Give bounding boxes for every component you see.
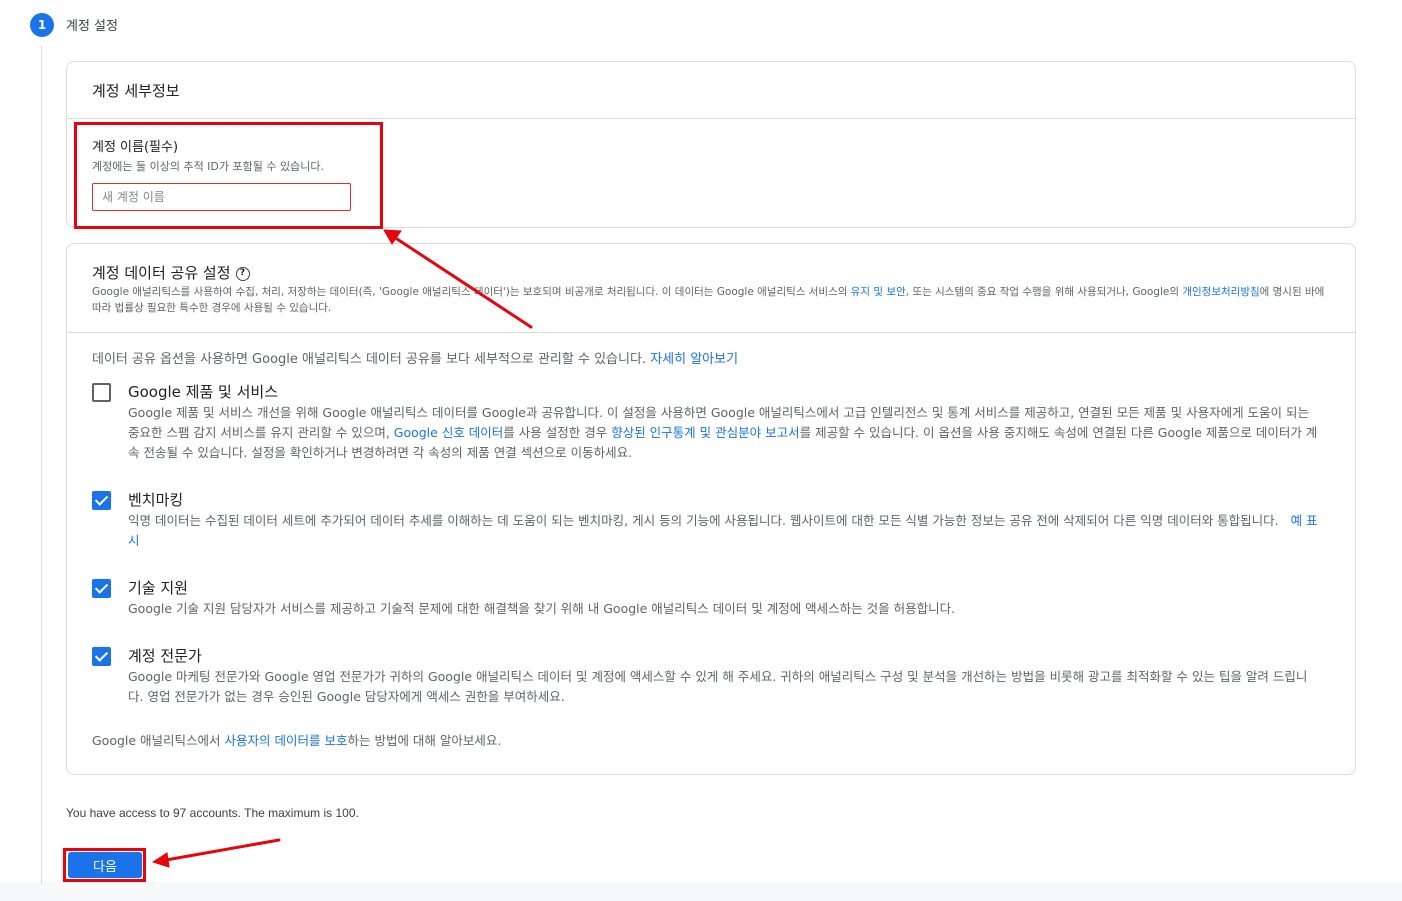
account-name-hint: 계정에는 둘 이상의 추적 ID가 포함될 수 있습니다. <box>92 160 324 173</box>
protect-text-1: Google 애널리틱스에서 <box>92 733 225 748</box>
desc-text-2: , 또는 시스템의 중요 작업 수행을 위해 사용되거나, Google의 <box>905 286 1183 298</box>
benchmarking-checkbox[interactable] <box>92 491 111 510</box>
demographics-reports-link[interactable]: 향상된 인구통계 및 관심분야 보고서 <box>611 425 799 440</box>
data-sharing-title-text: 계정 데이터 공유 설정 <box>92 264 231 282</box>
account-specialists-checkbox[interactable] <box>92 647 111 666</box>
intro-text: 데이터 공유 옵션을 사용하면 Google 애널리틱스 데이터 공유를 보다 … <box>92 352 651 367</box>
arrow-head-next-button <box>151 852 170 868</box>
google-products-desc-2: 를 사용 설정한 경우 <box>503 425 612 440</box>
data-protection-note: Google 애널리틱스에서 사용자의 데이터를 보호하는 방법에 대해 알아보… <box>92 730 501 749</box>
google-signals-link[interactable]: Google 신호 데이터 <box>394 425 504 440</box>
benchmarking-title: 벤치마킹 <box>128 491 184 509</box>
account-name-input[interactable] <box>92 183 351 211</box>
account-details-header: 계정 세부정보 <box>67 62 1355 119</box>
account-name-label: 계정 이름(필수) <box>92 140 179 155</box>
footer-strip <box>0 882 1402 901</box>
data-sharing-description: Google 애널리틱스를 사용하여 수집, 처리, 저장하는 데이터(즉, '… <box>92 284 1332 316</box>
account-setup-page: 1 계정 설정 계정 세부정보 계정 이름(필수) 계정에는 둘 이상의 추적 … <box>0 0 1402 901</box>
maintenance-security-link[interactable]: 유지 및 보안 <box>851 286 906 298</box>
arrow-head-account-name <box>383 229 402 245</box>
arrow-to-next-button <box>164 838 281 862</box>
step-title: 계정 설정 <box>66 19 118 34</box>
protect-text-2: 하는 방법에 대해 알아보세요. <box>347 733 502 748</box>
benchmarking-desc-text: 익명 데이터는 수집된 데이터 세트에 추가되어 데이터 추세를 이해하는 데 … <box>128 513 1279 528</box>
privacy-policy-link[interactable]: 개인정보처리방침 <box>1182 286 1259 298</box>
account-details-card: 계정 세부정보 계정 이름(필수) 계정에는 둘 이상의 추적 ID가 포함될 … <box>66 61 1356 228</box>
help-circle-icon[interactable]: ? <box>235 266 250 281</box>
google-products-desc: Google 제품 및 서비스 개선을 위해 Google 애널리틱스 데이터를… <box>128 403 1318 463</box>
account-access-text: You have access to 97 accounts. The maxi… <box>66 806 359 820</box>
data-sharing-header: 계정 데이터 공유 설정? Google 애널리틱스를 사용하여 수집, 처리,… <box>67 244 1355 333</box>
step-number-badge: 1 <box>30 13 54 37</box>
google-products-checkbox[interactable] <box>92 383 111 402</box>
data-sharing-title: 계정 데이터 공유 설정? <box>92 262 250 283</box>
technical-support-desc: Google 기술 지원 담당자가 서비스를 제공하고 기술적 문제에 대한 해… <box>128 601 956 616</box>
technical-support-title: 기술 지원 <box>128 579 188 597</box>
technical-support-checkbox[interactable] <box>92 579 111 598</box>
protect-data-link[interactable]: 사용자의 데이터를 보호 <box>225 733 348 748</box>
next-button[interactable]: 다음 <box>68 852 142 878</box>
account-specialists-desc: Google 마케팅 전문가와 Google 영업 전문가가 귀하의 Googl… <box>128 669 1308 704</box>
account-details-title: 계정 세부정보 <box>92 82 180 100</box>
data-sharing-intro: 데이터 공유 옵션을 사용하면 Google 애널리틱스 데이터 공유를 보다 … <box>92 348 738 367</box>
data-sharing-card: 계정 데이터 공유 설정? Google 애널리틱스를 사용하여 수집, 처리,… <box>66 243 1356 775</box>
account-specialists-title: 계정 전문가 <box>128 647 202 665</box>
desc-text-1: Google 애널리틱스를 사용하여 수집, 처리, 저장하는 데이터(즉, '… <box>92 286 851 298</box>
google-products-title: Google 제품 및 서비스 <box>128 383 279 401</box>
learn-more-link[interactable]: 자세히 알아보기 <box>650 352 738 367</box>
benchmarking-desc: 익명 데이터는 수집된 데이터 세트에 추가되어 데이터 추세를 이해하는 데 … <box>128 511 1318 551</box>
step-connector-line <box>41 45 42 885</box>
